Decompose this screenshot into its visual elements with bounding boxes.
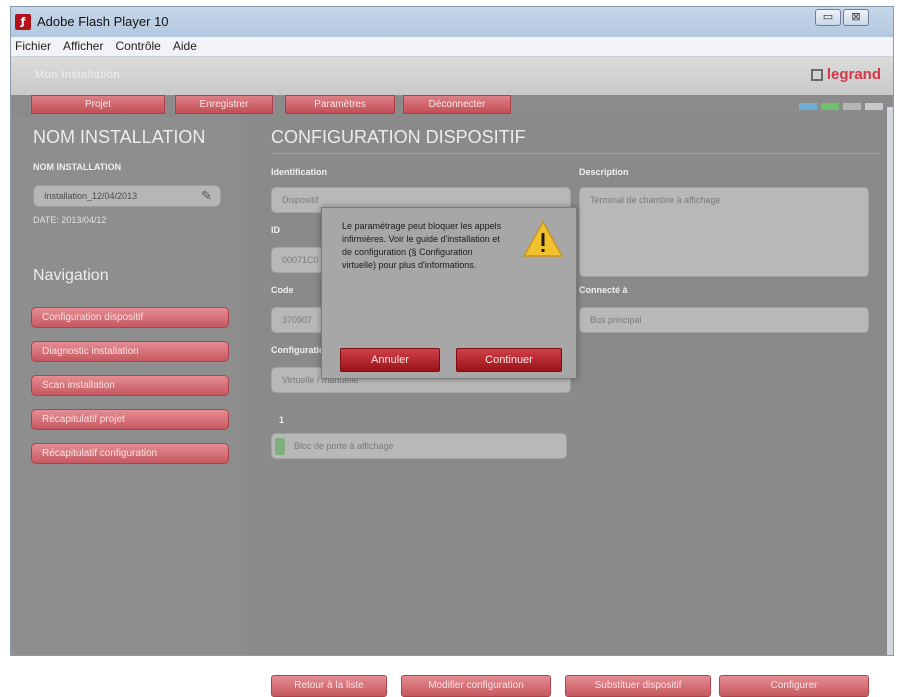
description-field[interactable]: Terminal de chambre à affichage (579, 187, 869, 277)
substituer-dispositif-button[interactable]: Substituer dispositif (565, 675, 711, 697)
device-item-label: Bloc de porte à affichage (294, 441, 394, 451)
installation-date: DATE: 2013/04/12 (33, 215, 107, 225)
connected-field[interactable]: Bus principal (579, 307, 869, 333)
navigation-heading: Navigation (33, 267, 109, 284)
swatch-light[interactable] (865, 103, 883, 110)
flash-icon: ƒ (15, 14, 31, 30)
code-label: Code (271, 285, 294, 295)
view-swatches (799, 103, 883, 110)
modifier-configuration-button[interactable]: Modifier configuration (401, 675, 551, 697)
installation-name-value: Installation_12/04/2013 (44, 191, 138, 201)
swatch-gray[interactable] (843, 103, 861, 110)
top-nav: Projet Enregistrer Paramètres Déconnecte… (11, 95, 893, 117)
nav-recapitulatif-configuration[interactable]: Récapitulatif configuration (31, 443, 229, 464)
identification-label: Identification (271, 167, 327, 177)
sidebar: NOM INSTALLATION NOM INSTALLATION Instal… (11, 117, 247, 655)
warning-dialog: Le paramétrage peut bloquer les appels i… (321, 207, 577, 379)
description-label: Description (579, 167, 629, 177)
menu-aide[interactable]: Aide (171, 37, 199, 56)
connected-label: Connecté à (579, 285, 628, 295)
swatch-green[interactable] (821, 103, 839, 110)
cancel-button[interactable]: Annuler (340, 348, 440, 372)
menu-fichier[interactable]: Fichier (13, 37, 53, 56)
nav-recapitulatif-projet[interactable]: Récapitulatif projet (31, 409, 229, 430)
nav-diagnostic-installation[interactable]: Diagnostic installation (31, 341, 229, 362)
minimize-icon[interactable]: ▭ (815, 9, 841, 26)
logo-square-icon (810, 68, 823, 81)
nav-configuration-dispositif[interactable]: Configuration dispositif (31, 307, 229, 328)
installation-name-field[interactable]: Installation_12/04/2013 ✎ (33, 185, 221, 207)
configurer-button[interactable]: Configurer (719, 675, 869, 697)
retour-liste-button[interactable]: Retour à la liste (271, 675, 387, 697)
main-panel: CONFIGURATION DISPOSITIF Identification … (247, 117, 893, 697)
menu-controle[interactable]: Contrôle (113, 37, 162, 56)
app-header: Mon Installation legrand (11, 57, 893, 95)
continue-button[interactable]: Continuer (456, 348, 562, 372)
legrand-logo: legrand (810, 66, 881, 83)
menu-bar: Fichier Afficher Contrôle Aide (11, 37, 893, 57)
sidebar-heading: NOM INSTALLATION (33, 127, 206, 147)
window-controls: ▭ ⊠ (815, 9, 869, 26)
deconnecter-button[interactable]: Déconnecter (403, 95, 511, 114)
item-number: 1 (279, 415, 285, 425)
pencil-icon[interactable]: ✎ (201, 188, 212, 204)
logo-text: legrand (826, 66, 881, 83)
menu-afficher[interactable]: Afficher (61, 37, 105, 56)
installation-name-label: NOM INSTALLATION (33, 162, 122, 172)
id-label: ID (271, 225, 280, 235)
title-divider (271, 153, 879, 154)
device-item[interactable]: Bloc de porte à affichage (271, 433, 567, 459)
swatch-blue[interactable] (799, 103, 817, 110)
status-indicator (275, 438, 285, 455)
enregistrer-button[interactable]: Enregistrer (175, 95, 273, 114)
scrollbar[interactable] (887, 107, 893, 655)
app-title: Mon Installation (35, 69, 121, 81)
window-title: Adobe Flash Player 10 (37, 14, 169, 29)
title-bar: ƒ Adobe Flash Player 10 ▭ ⊠ (11, 7, 893, 37)
nav-scan-installation[interactable]: Scan installation (31, 375, 229, 396)
dialog-message: Le paramétrage peut bloquer les appels i… (342, 221, 502, 270)
page-title: CONFIGURATION DISPOSITIF (271, 127, 526, 147)
maximize-icon[interactable]: ⊠ (843, 9, 869, 26)
warning-icon (522, 220, 564, 257)
parametres-button[interactable]: Paramètres (285, 95, 395, 114)
projet-button[interactable]: Projet (31, 95, 165, 114)
